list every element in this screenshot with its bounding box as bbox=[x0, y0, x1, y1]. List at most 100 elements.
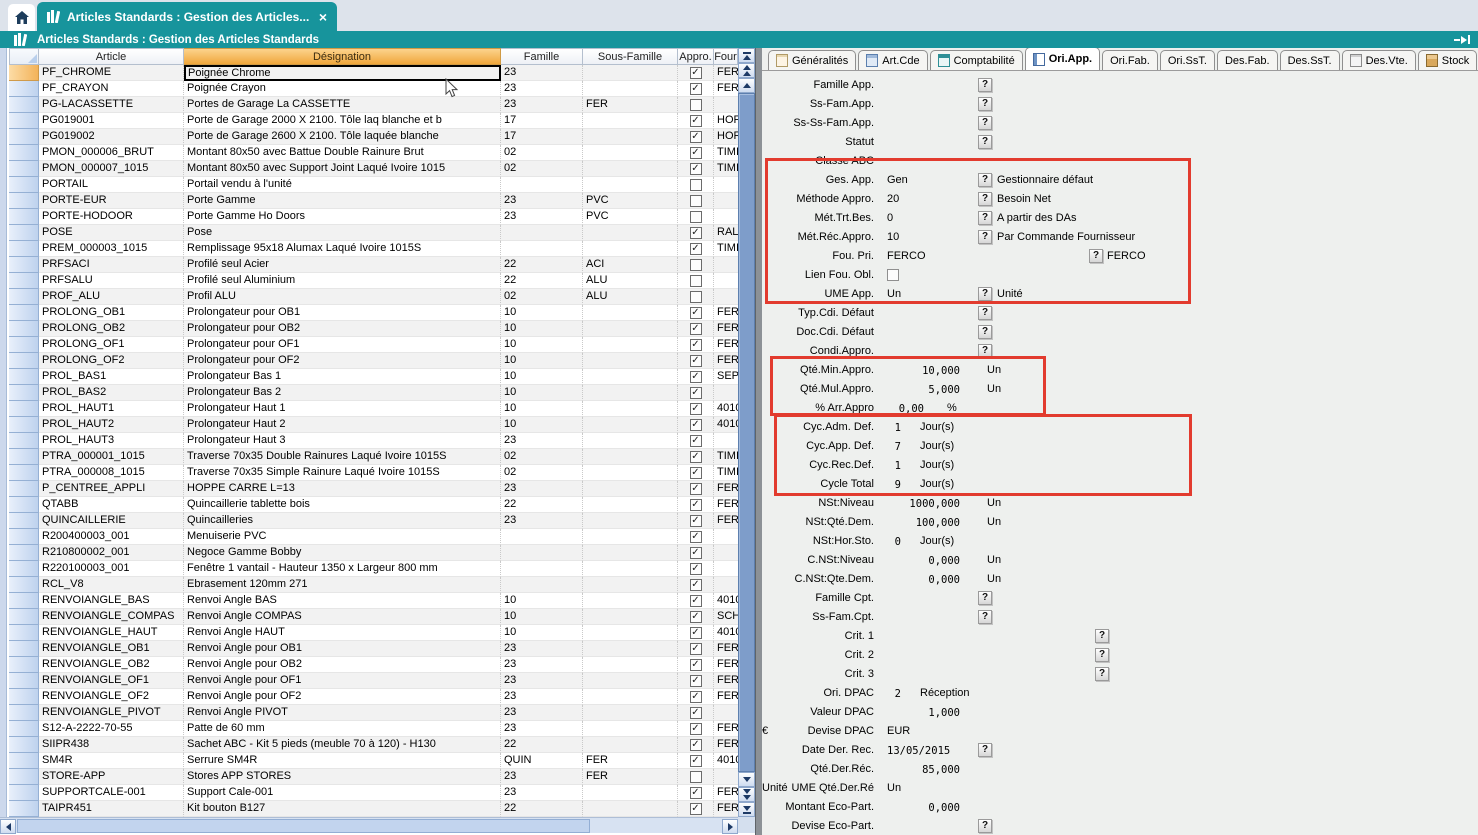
table-row[interactable]: PROLONG_OB2Prolongateur pour OB210✓FER bbox=[9, 321, 738, 337]
cell-appro[interactable]: ✓ bbox=[678, 113, 714, 129]
cell-famille[interactable]: 02 bbox=[501, 289, 583, 305]
cell-article[interactable]: SUPPORTCALE-001 bbox=[39, 785, 184, 801]
row-header[interactable] bbox=[9, 737, 39, 753]
cell-fournisseur[interactable]: FER bbox=[714, 689, 738, 705]
cell-sous-famille[interactable] bbox=[583, 705, 678, 721]
table-row[interactable]: RENVOIANGLE_OB1Renvoi Angle pour OB123✓F… bbox=[9, 641, 738, 657]
cell-designation[interactable]: Quincaillerie tablette bois bbox=[184, 497, 501, 513]
row-header[interactable] bbox=[9, 209, 39, 225]
cell-fournisseur[interactable] bbox=[714, 209, 738, 225]
row-header[interactable] bbox=[9, 481, 39, 497]
row-header[interactable] bbox=[9, 353, 39, 369]
cell-designation[interactable]: Porte de Garage 2600 X 2100. Tôle laquée… bbox=[184, 129, 501, 145]
table-row[interactable]: PROL_HAUT1Prolongateur Haut 110✓4010 bbox=[9, 401, 738, 417]
row-header[interactable] bbox=[9, 641, 39, 657]
appro-checkbox[interactable]: ✓ bbox=[690, 371, 702, 383]
cell-article[interactable]: RCL_V8 bbox=[39, 577, 184, 593]
appro-checkbox[interactable]: ✓ bbox=[690, 243, 702, 255]
cell-famille[interactable]: 22 bbox=[501, 737, 583, 753]
cell-fournisseur[interactable]: FER bbox=[714, 337, 738, 353]
cell-designation[interactable]: Quincailleries bbox=[184, 513, 501, 529]
cell-appro[interactable]: ✓ bbox=[678, 65, 714, 81]
row-header[interactable] bbox=[9, 625, 39, 641]
appro-checkbox[interactable]: ✓ bbox=[690, 339, 702, 351]
cell-famille[interactable]: 02 bbox=[501, 465, 583, 481]
cell-fournisseur[interactable]: FER bbox=[714, 801, 738, 817]
cell-famille[interactable]: 10 bbox=[501, 353, 583, 369]
cell-designation[interactable]: Traverse 70x35 Double Rainures Laqué Ivo… bbox=[184, 449, 501, 465]
field-value[interactable]: 0,000 bbox=[887, 574, 960, 586]
cell-appro[interactable]: ✓ bbox=[678, 417, 714, 433]
cell-article[interactable]: TAIPR451 bbox=[39, 801, 184, 817]
cell-famille[interactable]: 23 bbox=[501, 641, 583, 657]
cell-fournisseur[interactable]: SCH bbox=[714, 609, 738, 625]
cell-fournisseur[interactable] bbox=[714, 433, 738, 449]
cell-designation[interactable]: Kit bouton B127 bbox=[184, 801, 501, 817]
column-header-sous-famille[interactable]: Sous-Famille bbox=[583, 48, 678, 65]
cell-article[interactable]: PROLONG_OB2 bbox=[39, 321, 184, 337]
cell-famille[interactable]: 10 bbox=[501, 305, 583, 321]
scroll-last-button[interactable] bbox=[738, 802, 755, 817]
row-header[interactable] bbox=[9, 65, 39, 81]
table-row[interactable]: PORTE-HODOORPorte Gamme Ho Doors23PVC bbox=[9, 209, 738, 225]
row-header[interactable] bbox=[9, 129, 39, 145]
table-row[interactable]: RENVOIANGLE_COMPASRenvoi Angle COMPAS10✓… bbox=[9, 609, 738, 625]
cell-designation[interactable]: Serrure SM4R bbox=[184, 753, 501, 769]
cell-sous-famille[interactable] bbox=[583, 577, 678, 593]
corner-header[interactable] bbox=[9, 48, 39, 65]
cell-designation[interactable]: Renvoi Angle pour OF2 bbox=[184, 689, 501, 705]
close-icon[interactable]: × bbox=[319, 10, 327, 24]
table-row[interactable]: PROL_BAS1Prolongateur Bas 110✓SEP bbox=[9, 369, 738, 385]
cell-sous-famille[interactable] bbox=[583, 81, 678, 97]
appro-checkbox[interactable]: ✓ bbox=[690, 579, 702, 591]
cell-appro[interactable]: ✓ bbox=[678, 641, 714, 657]
cell-article[interactable]: PF_CRAYON bbox=[39, 81, 184, 97]
row-header[interactable] bbox=[9, 369, 39, 385]
cell-sous-famille[interactable] bbox=[583, 177, 678, 193]
cell-article[interactable]: PROLONG_OF1 bbox=[39, 337, 184, 353]
cell-fournisseur[interactable]: FER bbox=[714, 497, 738, 513]
cell-fournisseur[interactable]: FER bbox=[714, 641, 738, 657]
cell-famille[interactable]: 23 bbox=[501, 785, 583, 801]
cell-appro[interactable] bbox=[678, 193, 714, 209]
row-header[interactable] bbox=[9, 561, 39, 577]
cell-article[interactable]: PMON_000007_1015 bbox=[39, 161, 184, 177]
cell-fournisseur[interactable] bbox=[714, 273, 738, 289]
table-row[interactable]: R210800002_001Negoce Gamme Bobby✓ bbox=[9, 545, 738, 561]
cell-designation[interactable]: Menuiserie PVC bbox=[184, 529, 501, 545]
cell-famille[interactable]: 23 bbox=[501, 769, 583, 785]
cell-famille[interactable] bbox=[501, 561, 583, 577]
cell-famille[interactable] bbox=[501, 177, 583, 193]
cell-designation[interactable]: Porte Gamme bbox=[184, 193, 501, 209]
cell-sous-famille[interactable] bbox=[583, 401, 678, 417]
cell-article[interactable]: PG019002 bbox=[39, 129, 184, 145]
cell-famille[interactable]: 10 bbox=[501, 321, 583, 337]
field-value[interactable]: Un bbox=[887, 782, 901, 794]
cell-appro[interactable] bbox=[678, 209, 714, 225]
appro-checkbox[interactable] bbox=[690, 771, 702, 783]
appro-checkbox[interactable]: ✓ bbox=[690, 435, 702, 447]
table-row[interactable]: RENVOIANGLE_OB2Renvoi Angle pour OB223✓F… bbox=[9, 657, 738, 673]
cell-fournisseur[interactable] bbox=[714, 769, 738, 785]
appro-checkbox[interactable] bbox=[690, 275, 702, 287]
cell-sous-famille[interactable] bbox=[583, 481, 678, 497]
cell-sous-famille[interactable] bbox=[583, 305, 678, 321]
table-row[interactable]: PREM_000003_1015Remplissage 95x18 Alumax… bbox=[9, 241, 738, 257]
cell-fournisseur[interactable]: TIMI bbox=[714, 465, 738, 481]
cell-appro[interactable]: ✓ bbox=[678, 321, 714, 337]
lookup-button[interactable]: ? bbox=[1095, 629, 1109, 643]
row-header[interactable] bbox=[9, 433, 39, 449]
cell-designation[interactable]: Remplissage 95x18 Alumax Laqué Ivoire 10… bbox=[184, 241, 501, 257]
cell-famille[interactable]: 10 bbox=[501, 401, 583, 417]
cell-designation[interactable]: Renvoi Angle COMPAS bbox=[184, 609, 501, 625]
cell-sous-famille[interactable] bbox=[583, 369, 678, 385]
cell-article[interactable]: QTABB bbox=[39, 497, 184, 513]
cell-designation[interactable]: Profil ALU bbox=[184, 289, 501, 305]
cell-appro[interactable]: ✓ bbox=[678, 785, 714, 801]
lookup-button[interactable]: ? bbox=[978, 78, 992, 92]
scroll-pagedown-button[interactable] bbox=[738, 787, 755, 802]
cell-fournisseur[interactable] bbox=[714, 97, 738, 113]
cell-famille[interactable]: 22 bbox=[501, 257, 583, 273]
cell-article[interactable]: QUINCAILLERIE bbox=[39, 513, 184, 529]
table-row[interactable]: PROF_ALUProfil ALU02ALU bbox=[9, 289, 738, 305]
